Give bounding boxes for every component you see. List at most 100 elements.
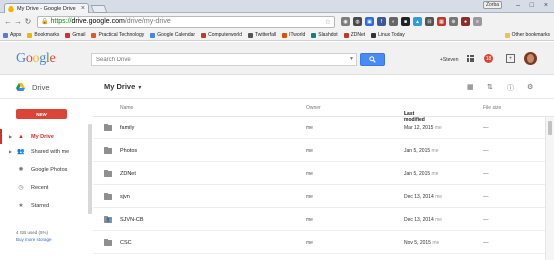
bookmark-item[interactable]: Practical Technology — [91, 32, 144, 38]
table-row[interactable]: family me Mar 12, 2015 me — — [93, 117, 545, 139]
user-link[interactable]: +Steven — [440, 57, 459, 63]
extension-icon[interactable]: ■ — [401, 17, 410, 26]
tab-close-icon[interactable]: × — [81, 5, 85, 12]
logo-letter: e — [49, 51, 56, 66]
minimize-icon[interactable]: – — [516, 2, 520, 9]
file-list: Name Owner Last modified ↓ File size fam… — [93, 99, 554, 260]
bookmark-icon — [371, 32, 377, 38]
search-button[interactable] — [360, 53, 385, 66]
location-menu[interactable]: My Drive ▼ — [104, 82, 142, 91]
extension-icon[interactable]: ◍ — [353, 17, 362, 26]
extension-icon[interactable]: ◉ — [341, 17, 350, 26]
file-name: sjvn — [120, 194, 130, 200]
info-icon[interactable]: ⓘ — [507, 83, 514, 93]
bookmark-item[interactable]: ITworld — [282, 32, 305, 38]
avatar[interactable] — [524, 52, 537, 65]
extension-icon[interactable]: f — [377, 17, 386, 26]
extension-icon[interactable]: ⊕ — [449, 17, 458, 26]
extension-icon[interactable]: ● — [461, 17, 470, 26]
other-bookmarks[interactable]: Other bookmarks — [504, 32, 550, 38]
file-modified-date: Jan 5, 2015 — [404, 148, 431, 154]
file-owner: me — [306, 125, 313, 131]
grid-view-icon[interactable]: ▦ — [467, 83, 474, 91]
logo-letter: o — [25, 51, 33, 66]
bookmark-item[interactable]: Computerworld — [201, 32, 242, 38]
clock-icon: ◷ — [18, 185, 24, 191]
buy-storage-link[interactable]: Buy more storage — [16, 237, 52, 242]
file-name: ZDNet — [120, 171, 136, 177]
sidebar-item-label: Starred — [31, 202, 50, 209]
new-button[interactable]: NEW — [16, 109, 67, 119]
bookmark-item[interactable]: Slashdot — [311, 32, 338, 38]
table-row[interactable]: sjvn me Dec 13, 2014 me — — [93, 186, 545, 208]
notifications-badge[interactable]: 18 — [484, 54, 493, 63]
google-header: Google ▼ +Steven 18 + — [0, 42, 554, 75]
settings-gear-icon[interactable]: ⚙ — [527, 83, 533, 91]
table-row[interactable]: 👤 SJVN-CB me Dec 13, 2014 me — — [93, 209, 545, 231]
bookmark-item[interactable]: Linux Today — [371, 32, 405, 38]
expand-arrow-icon[interactable]: ▶ — [9, 149, 12, 154]
bookmark-item[interactable]: ZDNet — [343, 32, 365, 38]
bookmark-icon — [311, 32, 317, 38]
sidebar: NEW ▶ ▲ My Drive ▶ 👥 Shared with me ✺ Google Ph… — [0, 99, 93, 260]
logo-letter: G — [16, 51, 26, 66]
bookmark-label: ITworld — [289, 32, 306, 38]
bookmark-icon — [3, 32, 8, 38]
bookmark-item[interactable]: Bookmarks — [27, 32, 59, 38]
extension-icon[interactable]: ▲ — [413, 17, 422, 26]
bookmark-item[interactable]: Google Calendar — [150, 32, 195, 38]
sidebar-item-my-drive[interactable]: ▶ ▲ My Drive — [0, 129, 88, 144]
bookmark-star-icon[interactable]: ☆ — [325, 18, 331, 26]
bookmark-item[interactable]: Apps — [3, 32, 21, 38]
extension-icon[interactable]: ◐ — [389, 17, 398, 26]
bookmark-item[interactable]: Gmail — [65, 32, 85, 38]
file-modified: Dec 13, 2014 me — [404, 217, 442, 223]
url-path: /drive/my-drive — [124, 18, 171, 25]
table-row[interactable]: ZDNet me Jan 5, 2015 me — — [93, 163, 545, 185]
file-modified: Dec 13, 2014 me — [404, 194, 442, 200]
expand-arrow-icon[interactable]: ▶ — [9, 134, 12, 139]
sidebar-item-label: Recent — [31, 184, 49, 191]
address-bar[interactable]: 🔒 https:// drive.google.com /drive/my-dr… — [37, 15, 335, 28]
back-icon[interactable]: ← — [3, 17, 13, 26]
drive-favicon-icon — [8, 6, 14, 12]
file-modified-by: me — [431, 171, 439, 177]
file-name: family — [120, 125, 135, 131]
close-window-icon[interactable]: × — [544, 2, 548, 9]
profile-button[interactable]: Zorba — [482, 1, 502, 9]
sort-az-icon[interactable]: ⇅ — [487, 83, 493, 91]
reload-icon[interactable]: ↻ — [23, 17, 33, 26]
table-row[interactable]: Photos me Jan 5, 2015 me — — [93, 140, 545, 162]
search-input[interactable] — [91, 53, 357, 66]
sidebar-item-shared-with-me[interactable]: ▶ 👥 Shared with me — [0, 144, 88, 159]
forward-icon[interactable]: → — [13, 17, 23, 26]
column-file-size[interactable]: File size — [483, 105, 501, 111]
file-list-scrollbar[interactable] — [545, 117, 554, 260]
sidebar-item-recent[interactable]: ◷ Recent — [0, 180, 88, 195]
maximize-icon[interactable]: □ — [530, 2, 534, 9]
search-options-icon[interactable]: ▼ — [349, 56, 354, 62]
folder-icon — [104, 169, 112, 177]
share-icon[interactable]: + — [506, 54, 515, 63]
sidebar-scrollbar[interactable] — [88, 124, 92, 214]
other-bookmarks-label: Other bookmarks — [511, 32, 550, 38]
bookmark-item[interactable]: Twitterfall — [247, 32, 276, 38]
extension-icon[interactable]: ▦ — [437, 17, 446, 26]
google-logo[interactable]: Google — [16, 51, 56, 67]
sidebar-item-google-photos[interactable]: ✺ Google Photos — [0, 162, 88, 177]
drive-app-name[interactable]: Drive — [32, 83, 50, 92]
column-name[interactable]: Name — [120, 105, 133, 111]
extension-icon[interactable]: ⊟ — [425, 17, 434, 26]
people-icon: 👥 — [17, 149, 25, 155]
menu-icon[interactable]: ≡ — [473, 17, 482, 26]
star-icon: ★ — [18, 203, 24, 209]
lock-icon: 🔒 — [41, 19, 49, 25]
apps-grid-icon[interactable] — [467, 55, 474, 62]
column-owner[interactable]: Owner — [306, 105, 321, 111]
table-row[interactable]: CSC me Nov 5, 2015 me — — [93, 232, 545, 254]
new-tab-button[interactable] — [90, 5, 108, 13]
extension-icon[interactable]: ▣ — [365, 17, 374, 26]
file-size: — — [483, 217, 489, 223]
sidebar-item-starred[interactable]: ★ Starred — [0, 198, 88, 213]
folder-icon — [104, 123, 112, 131]
